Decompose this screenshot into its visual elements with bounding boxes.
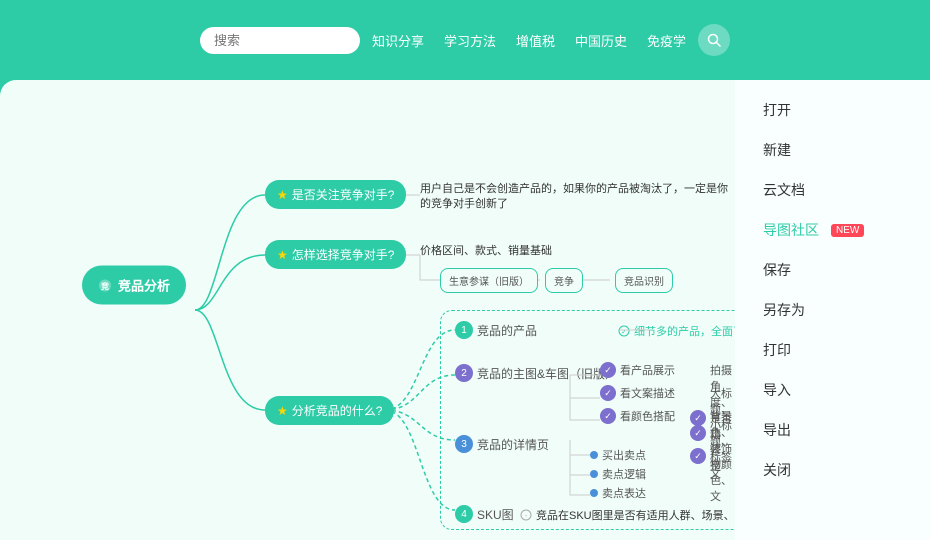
svg-text:竞: 竞 bbox=[100, 281, 109, 291]
branch1-label: 是否关注竞争对手? bbox=[292, 186, 395, 203]
sidebar-print[interactable]: 打印 bbox=[735, 330, 930, 370]
branch2-label: 怎样选择竞争对手? bbox=[292, 246, 395, 263]
sidebar-saveas-label: 另存为 bbox=[763, 300, 805, 320]
sidebar-close[interactable]: 关闭 bbox=[735, 450, 930, 490]
sidebar-saveas[interactable]: 另存为 bbox=[735, 290, 930, 330]
sidebar-export[interactable]: 导出 bbox=[735, 410, 930, 450]
nav-知识分享[interactable]: 知识分享 bbox=[372, 31, 424, 50]
search-button[interactable] bbox=[698, 24, 730, 56]
sidebar-close-label: 关闭 bbox=[763, 460, 791, 480]
nav-学习方法[interactable]: 学习方法 bbox=[444, 31, 496, 50]
sidebar-new-label: 新建 bbox=[763, 140, 791, 160]
center-node-label: 竞品分析 bbox=[118, 276, 170, 295]
sidebar-open[interactable]: 打开 bbox=[735, 90, 930, 130]
nav-增值税[interactable]: 增值税 bbox=[516, 31, 555, 50]
branch1-text: 用户自己是不会创造产品的，如果你的产品被淘汰了，一定是你的竞争对手创新了 bbox=[420, 182, 735, 213]
nav-免疫学[interactable]: 免疫学 bbox=[647, 31, 686, 50]
branch-node-3[interactable]: ★ 分析竞品的什么? bbox=[265, 396, 394, 425]
nav-links: 知识分享 学习方法 增值税 中国历史 免疫学 bbox=[372, 31, 686, 50]
branch-node-1[interactable]: ★ 是否关注竞争对手? bbox=[265, 180, 406, 209]
search-box[interactable] bbox=[200, 27, 360, 54]
sidebar-save[interactable]: 保存 bbox=[735, 250, 930, 290]
right-sidebar: 打开 新建 云文档 导图社区 NEW 保存 另存为 打印 导入 导出 关闭 bbox=[735, 80, 930, 540]
mindmap-canvas: 竞 竞品分析 ★ 是否关注竞争对手? 用户自己是不会创造产品的，如果你的产品被淘… bbox=[0, 80, 735, 540]
branch3-label: 分析竞品的什么? bbox=[292, 402, 383, 419]
new-badge: NEW bbox=[831, 224, 864, 237]
top-bar: 知识分享 学习方法 增值税 中国历史 免疫学 bbox=[0, 0, 930, 80]
small-node-竞争[interactable]: 竞争 bbox=[545, 268, 583, 293]
dashed-area bbox=[440, 310, 735, 530]
sidebar-community[interactable]: 导图社区 NEW bbox=[735, 210, 930, 250]
sidebar-new[interactable]: 新建 bbox=[735, 130, 930, 170]
sidebar-community-label: 导图社区 bbox=[763, 220, 819, 240]
sidebar-import[interactable]: 导入 bbox=[735, 370, 930, 410]
sidebar-export-label: 导出 bbox=[763, 420, 791, 440]
sidebar-import-label: 导入 bbox=[763, 380, 791, 400]
center-node[interactable]: 竞 竞品分析 bbox=[82, 266, 186, 305]
main-area: 竞 竞品分析 ★ 是否关注竞争对手? 用户自己是不会创造产品的，如果你的产品被淘… bbox=[0, 80, 735, 540]
sidebar-cloud-label: 云文档 bbox=[763, 180, 805, 200]
sidebar-print-label: 打印 bbox=[763, 340, 791, 360]
nav-中国历史[interactable]: 中国历史 bbox=[575, 31, 627, 50]
sidebar-open-label: 打开 bbox=[763, 100, 791, 120]
branch2-text1: 价格区间、款式、销量基础 bbox=[420, 242, 552, 258]
sidebar-save-label: 保存 bbox=[763, 260, 791, 280]
branch-node-2[interactable]: ★ 怎样选择竞争对手? bbox=[265, 240, 406, 269]
small-node-识别[interactable]: 竞品识别 bbox=[615, 268, 673, 293]
small-node-生意[interactable]: 生意参谋（旧版） bbox=[440, 268, 538, 293]
sidebar-cloud[interactable]: 云文档 bbox=[735, 170, 930, 210]
search-input[interactable] bbox=[214, 33, 346, 48]
